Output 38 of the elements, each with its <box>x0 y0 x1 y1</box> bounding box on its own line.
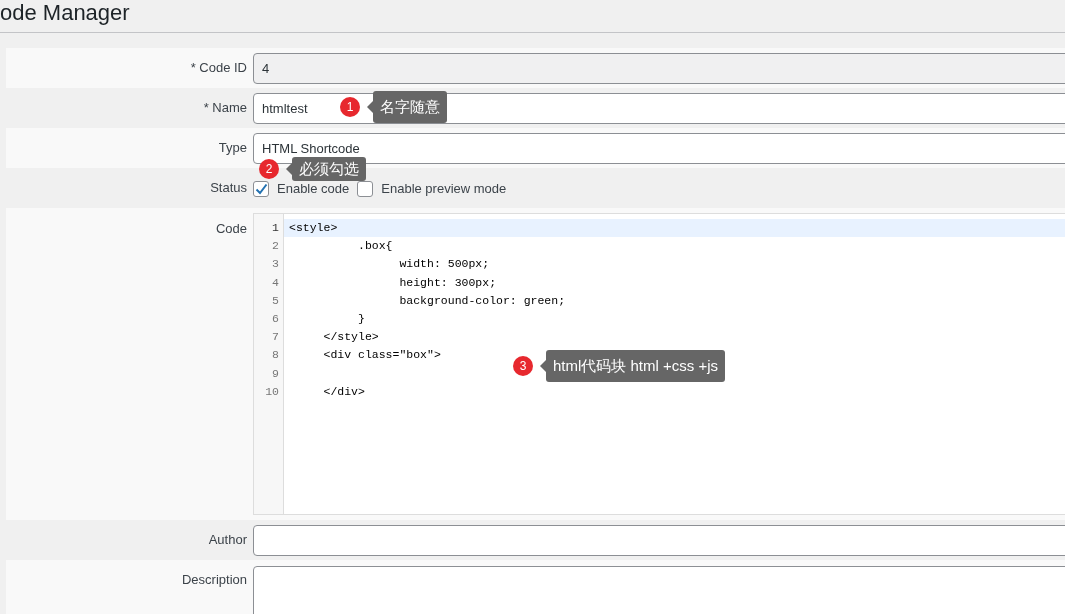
field-label: Description <box>180 571 248 589</box>
annotation-tooltip: 必须勾选 <box>286 157 366 181</box>
line-number: 2 <box>271 238 280 255</box>
field-label: Type <box>217 139 248 158</box>
field-label: Status <box>209 179 248 198</box>
code-line: background-color: green; <box>398 293 566 307</box>
code-line: </style> <box>322 330 379 344</box>
checkbox[interactable] <box>253 181 269 197</box>
code-line: width: 500px; <box>398 257 490 271</box>
code-line: <div class="box"> <box>322 348 441 362</box>
code-line: height: 300px; <box>398 275 497 289</box>
line-number: 8 <box>271 347 280 364</box>
line-number: 6 <box>271 310 280 327</box>
line-number: 10 <box>264 383 280 400</box>
annotation-tooltip: html代码块 html +css +js <box>540 350 726 382</box>
line-number: 5 <box>271 292 280 309</box>
readonly-field[interactable]: 4 <box>253 52 1065 84</box>
checkbox-label: Enable preview mode <box>381 180 507 199</box>
code-line: .box{ <box>357 239 393 253</box>
line-number: 4 <box>271 274 280 291</box>
description-field[interactable] <box>253 566 1065 614</box>
code-line: <style> <box>289 221 338 234</box>
number-badge: 2 <box>259 159 279 179</box>
line-number: 3 <box>271 256 280 273</box>
checkbox-label: Enable code <box>277 180 350 199</box>
code-line: } <box>357 311 365 325</box>
line-number: 9 <box>271 365 280 382</box>
field-label: Code <box>214 220 248 238</box>
text-field[interactable] <box>253 524 1065 556</box>
code-line: </div> <box>322 384 365 398</box>
field-label: * Name <box>202 99 248 118</box>
field-label: Author <box>207 531 248 550</box>
field-label: * Code ID <box>189 59 248 78</box>
page-title: ode Manager <box>0 0 130 26</box>
checkbox[interactable] <box>357 181 374 197</box>
annotation-tooltip: 名字随意 <box>367 91 447 123</box>
line-number: 1 <box>271 220 280 236</box>
line-number: 7 <box>271 329 280 346</box>
